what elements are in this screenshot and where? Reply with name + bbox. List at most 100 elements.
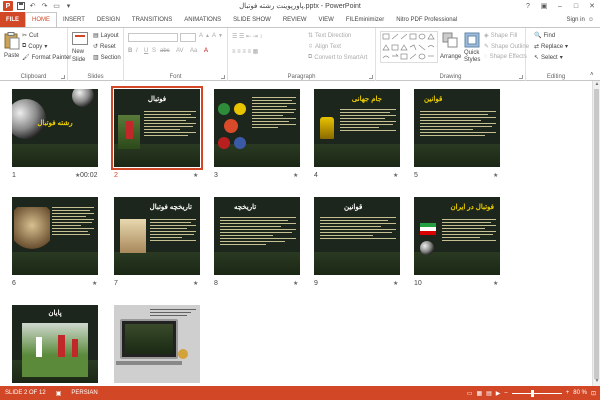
slide-thumbnail[interactable]: پایان [12, 305, 98, 383]
bullets-button[interactable]: ☰ ☰ ⇤ ⇥ ↕ [232, 33, 262, 40]
shape-effects-button[interactable]: ◌ Shape Effects [484, 54, 527, 60]
tab-fileminimizer[interactable]: FILEminimizer [340, 12, 390, 28]
zoom-slider-knob[interactable] [530, 389, 534, 397]
slide-thumbnail[interactable]: تاریخچه [214, 197, 300, 275]
vertical-scrollbar[interactable]: ▲ ▼ [592, 81, 600, 386]
underline-button[interactable]: U [144, 48, 148, 54]
slide-thumbnail[interactable] [114, 305, 200, 383]
tab-animations[interactable]: ANIMATIONS [178, 12, 227, 28]
quick-styles-label-2[interactable]: Styles [464, 57, 480, 63]
font-dialog-launcher[interactable] [221, 75, 225, 79]
slide-background [214, 251, 300, 275]
change-case-button[interactable]: Aa [190, 48, 197, 54]
start-slideshow-icon[interactable]: ▭ [52, 2, 61, 11]
slide-thumbnail[interactable]: قوانین [314, 197, 400, 275]
maximize-icon[interactable]: □ [568, 0, 584, 12]
tab-review[interactable]: REVIEW [277, 12, 313, 28]
layout-button[interactable]: ▤ Layout [93, 32, 119, 40]
alignment-buttons[interactable]: ≡ ≡ ≡ ≡ ▦ [232, 48, 258, 55]
language-indicator[interactable]: PERSIAN [66, 390, 102, 396]
new-slide-icon[interactable] [72, 32, 90, 50]
slide-thumbnail[interactable]: قوانین [414, 89, 500, 167]
slide-thumbnail[interactable]: فوتبال در ایران [414, 197, 500, 275]
slide-thumbnail[interactable]: جام جهانی [314, 89, 400, 167]
zoom-level[interactable]: 80 % [573, 390, 587, 396]
slide-thumbnail[interactable] [12, 197, 98, 275]
slideshow-view-icon[interactable]: ▶ [496, 390, 501, 397]
scroll-down-icon[interactable]: ▼ [593, 378, 600, 386]
character-spacing-button[interactable]: AV [176, 48, 184, 54]
logo-badge [178, 349, 188, 359]
section-button[interactable]: ▥ Section [93, 54, 121, 62]
tab-nitro-pdf[interactable]: Nitro PDF Professional [390, 12, 463, 28]
paste-icon[interactable] [4, 32, 22, 50]
shadow-button[interactable]: S [152, 48, 156, 54]
ribbon-display-icon[interactable]: ▣ [536, 0, 552, 12]
find-button[interactable]: 🔍 Find [534, 32, 555, 40]
tab-slide-show[interactable]: SLIDE SHOW [227, 12, 277, 28]
save-icon[interactable] [16, 2, 25, 11]
arrange-button[interactable]: Arrange [440, 54, 461, 60]
convert-smartart-button[interactable]: ⧉ Convert to SmartArt [308, 54, 367, 61]
scrollbar-thumb[interactable] [594, 89, 599, 379]
tab-transitions[interactable]: TRANSITIONS [126, 12, 178, 28]
slide-thumbnail[interactable] [214, 89, 300, 167]
cut-button[interactable]: ✂ Cut [22, 32, 38, 40]
zoom-slider[interactable] [511, 389, 562, 397]
customize-qat-icon[interactable]: ▾ [64, 2, 73, 11]
grow-font-button[interactable]: A ▲ [199, 33, 210, 39]
shrink-font-button[interactable]: A ▼ [212, 33, 223, 39]
spellcheck-icon[interactable]: ▣ [51, 390, 67, 397]
redo-icon[interactable]: ↷ [40, 2, 49, 11]
close-icon[interactable]: ✕ [584, 0, 600, 12]
font-family-dropdown[interactable] [128, 33, 178, 42]
shape-fill-button[interactable]: ◈ Shape Fill [484, 32, 517, 40]
slide-thumbnail[interactable]: تاریخچه فوتبال [114, 197, 200, 275]
normal-view-icon[interactable]: ▭ [467, 390, 473, 397]
scroll-up-icon[interactable]: ▲ [593, 81, 600, 89]
copy-button[interactable]: ⧉ Copy ▾ [22, 43, 47, 50]
reading-view-icon[interactable]: ▤ [486, 390, 492, 397]
font-color-button[interactable]: A [204, 48, 208, 54]
new-slide-label[interactable]: New [72, 49, 84, 55]
zoom-in-icon[interactable]: + [566, 390, 570, 396]
quick-styles-icon[interactable] [464, 32, 482, 50]
strikethrough-button[interactable]: abc [160, 48, 170, 54]
format-painter-button[interactable]: 🖌 Format Painter [22, 54, 71, 62]
tab-view[interactable]: VIEW [313, 12, 340, 28]
italic-button[interactable]: I [136, 48, 138, 54]
collapse-ribbon-icon[interactable]: ˄ [590, 72, 594, 78]
select-button[interactable]: ↖ Select ▾ [534, 54, 563, 62]
clipboard-dialog-launcher[interactable] [61, 75, 65, 79]
shape-outline-button[interactable]: ✎ Shape Outline [484, 43, 529, 51]
tab-file[interactable]: FILE [0, 12, 25, 28]
undo-icon[interactable]: ↶ [28, 2, 37, 11]
slide-thumbnail[interactable]: رشته فوتبال [12, 89, 98, 167]
smiley-icon[interactable]: ☺ [588, 17, 594, 23]
tab-home[interactable]: HOME [25, 12, 57, 28]
text-direction-button[interactable]: ⇅ Text Direction [308, 32, 351, 40]
drawing-dialog-launcher[interactable] [519, 75, 523, 79]
quick-styles-label[interactable]: Quick [464, 50, 479, 56]
arrange-icon[interactable] [442, 32, 460, 50]
paste-button[interactable]: Paste [4, 53, 19, 59]
slide-title: جام جهانی [351, 96, 382, 103]
slide-thumbnail-selected[interactable]: فوتبال [111, 86, 203, 170]
shapes-gallery[interactable] [380, 31, 438, 63]
reset-button[interactable]: ↺ Reset [93, 43, 116, 51]
replace-button[interactable]: ⇄ Replace ▾ [534, 43, 568, 51]
font-size-dropdown[interactable] [180, 33, 196, 42]
fit-slide-icon[interactable]: ⊡ [591, 390, 596, 397]
help-icon[interactable]: ? [520, 0, 536, 12]
tab-insert[interactable]: INSERT [57, 12, 91, 28]
tab-design[interactable]: DESIGN [91, 12, 126, 28]
minimize-icon[interactable]: – [552, 0, 568, 12]
sign-in-link[interactable]: Sign in [567, 17, 585, 23]
slide-sorter-view-icon[interactable]: ▦ [476, 390, 482, 397]
bold-button[interactable]: B [128, 48, 132, 54]
paragraph-dialog-launcher[interactable] [369, 75, 373, 79]
align-text-button[interactable]: ⇳ Align Text [308, 43, 341, 51]
new-slide-label-2[interactable]: Slide [72, 57, 85, 63]
world-cup-trophy-image [320, 117, 334, 139]
zoom-out-icon[interactable]: – [504, 390, 507, 396]
